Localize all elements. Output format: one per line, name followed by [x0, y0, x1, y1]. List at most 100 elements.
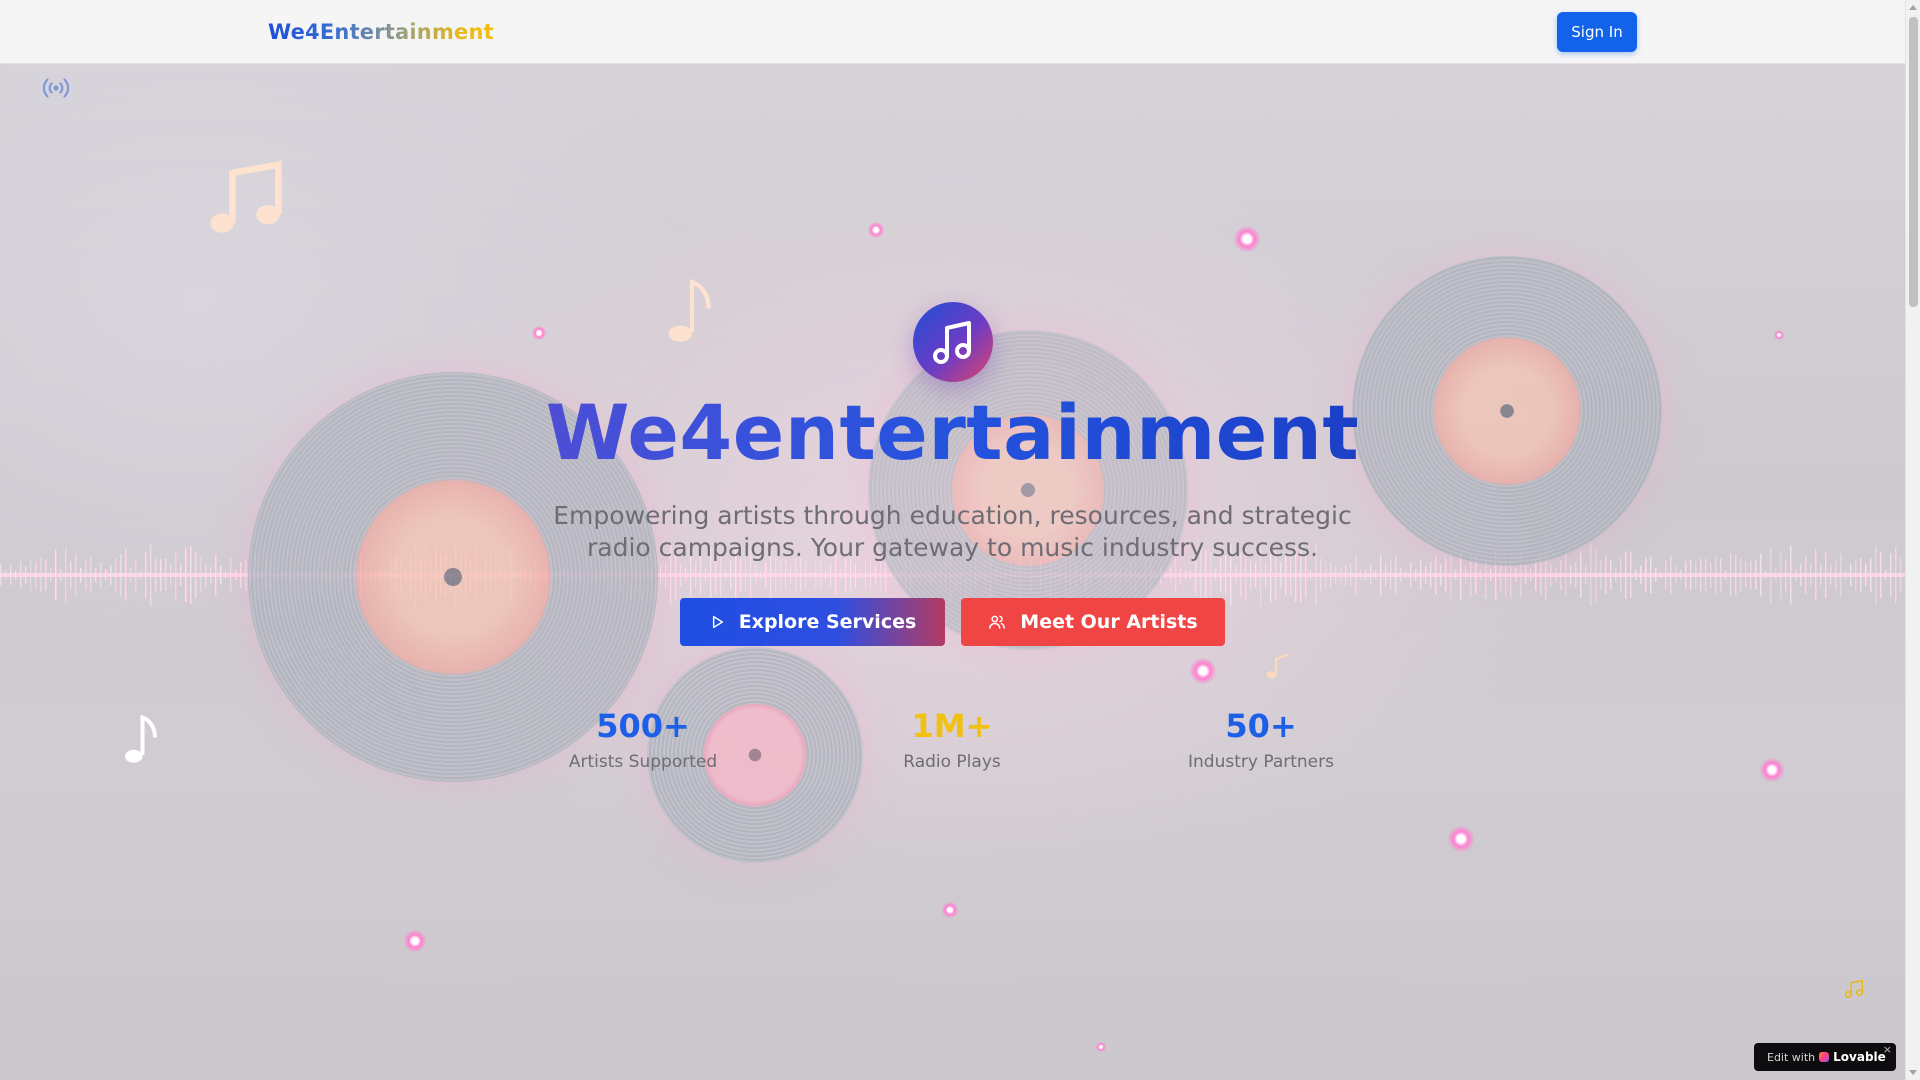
waveform-bar [1670, 555, 1672, 595]
waveform-bar [205, 563, 207, 587]
waveform-bar [90, 556, 92, 594]
waveform-bar [220, 565, 222, 585]
waveform-bar [1645, 557, 1647, 593]
waveform-bar [705, 568, 707, 582]
scrollbar-thumb[interactable] [1909, 17, 1918, 307]
waveform-bar [1555, 568, 1557, 582]
sparkle-decoration [1774, 330, 1784, 340]
waveform-bar [1695, 561, 1697, 589]
waveform-bar [25, 566, 27, 584]
waveform-bar [1565, 554, 1567, 596]
waveform-bar [665, 562, 667, 588]
waveform-bar [1335, 565, 1337, 585]
waveform-bar [1680, 569, 1682, 581]
sign-in-button[interactable]: Sign In [1557, 12, 1637, 52]
waveform-bar [790, 566, 792, 584]
badge-prefix: Edit with [1767, 1050, 1816, 1064]
waveform-bar [1760, 553, 1762, 597]
music-note-icon [1843, 978, 1865, 1004]
waveform-bar [10, 564, 12, 586]
hero-subtitle: Empowering artists through education, re… [550, 500, 1355, 564]
waveform-bar [1530, 568, 1532, 582]
sparkle-decoration [1760, 758, 1784, 782]
waveform-bar [210, 566, 212, 584]
waveform-bar [725, 569, 727, 581]
waveform-bar [1490, 568, 1492, 582]
scroll-down-arrow-icon[interactable] [1909, 1070, 1917, 1075]
waveform-bar [1835, 560, 1837, 590]
waveform-bar [1330, 562, 1332, 588]
waveform-bar [1185, 569, 1187, 581]
scroll-up-arrow-icon[interactable] [1909, 5, 1917, 10]
waveform-bar [760, 570, 762, 580]
waveform-bar [1740, 558, 1742, 592]
waveform-bar [165, 558, 167, 592]
stat-label: Radio Plays [903, 752, 1001, 772]
waveform-bar [755, 565, 757, 585]
waveform-bar [1730, 553, 1732, 597]
meet-artists-label: Meet Our Artists [1020, 611, 1198, 633]
edit-with-lovable-badge[interactable]: Edit with Lovable × [1754, 1043, 1896, 1071]
waveform-bar [15, 570, 17, 580]
badge-close-button[interactable]: × [1883, 1043, 1892, 1056]
waveform-bar [75, 554, 77, 596]
waveform-bar [785, 560, 787, 590]
explore-services-button[interactable]: Explore Services [680, 598, 945, 646]
waveform-bar [235, 569, 237, 581]
stat-label: Industry Partners [1188, 752, 1334, 772]
waveform-bar [1455, 569, 1457, 581]
waveform-bar [60, 569, 62, 581]
music-note-decoration [652, 272, 732, 356]
waveform-bar [1895, 547, 1897, 603]
waveform-bar [125, 549, 127, 601]
waveform-bar [1465, 565, 1467, 585]
explore-services-label: Explore Services [738, 611, 917, 633]
waveform-bar [1780, 550, 1782, 600]
waveform-bar [1375, 570, 1377, 580]
waveform-bar [1805, 556, 1807, 594]
lovable-logo-icon [1819, 1052, 1830, 1062]
waveform-bar [1650, 556, 1652, 594]
sparkle-decoration [1234, 226, 1260, 252]
waveform-bar [1900, 558, 1902, 592]
waveform-bar [30, 558, 32, 592]
waveform-bar [1535, 559, 1537, 591]
waveform-bar [1425, 566, 1427, 584]
waveform-bar [1595, 548, 1597, 602]
waveform-bar [1590, 543, 1592, 607]
waveform-bar [1720, 558, 1722, 592]
waveform-bar [1870, 558, 1872, 592]
waveform-bar [680, 563, 682, 587]
waveform-bar [745, 559, 747, 591]
sparkle-decoration [404, 930, 426, 952]
waveform-bar [65, 548, 67, 602]
waveform-bar [1400, 567, 1402, 583]
waveform-bar [100, 561, 102, 589]
waveform-bar [240, 562, 242, 588]
waveform-bar [1390, 560, 1392, 590]
music-note-decoration [195, 138, 295, 262]
waveform-bar [870, 560, 872, 590]
waveform-bar [110, 565, 112, 585]
waveform-bar [1350, 563, 1352, 587]
waveform-bar [805, 561, 807, 589]
waveform-bar [190, 546, 192, 604]
waveform-bar [1480, 569, 1482, 581]
waveform-bar [95, 567, 97, 583]
waveform-bar [50, 567, 52, 583]
waveform-bar [1880, 551, 1882, 599]
waveform-bar [1570, 565, 1572, 585]
waveform-bar [1265, 562, 1267, 588]
stat-industry-partners: 50+ Industry Partners [1141, 706, 1381, 772]
waveform-bar [1785, 559, 1787, 591]
waveform-bar [1345, 565, 1347, 585]
waveform-bar [1370, 564, 1372, 586]
meet-artists-button[interactable]: Meet Our Artists [961, 598, 1225, 646]
waveform-bar [1310, 570, 1312, 580]
waveform-bar [1800, 563, 1802, 587]
site-logo[interactable]: We4Entertainment [268, 20, 494, 44]
waveform-bar [1845, 571, 1847, 579]
waveform-bar [175, 550, 177, 600]
page-scrollbar[interactable] [1905, 0, 1920, 1080]
waveform-bar [855, 562, 857, 588]
